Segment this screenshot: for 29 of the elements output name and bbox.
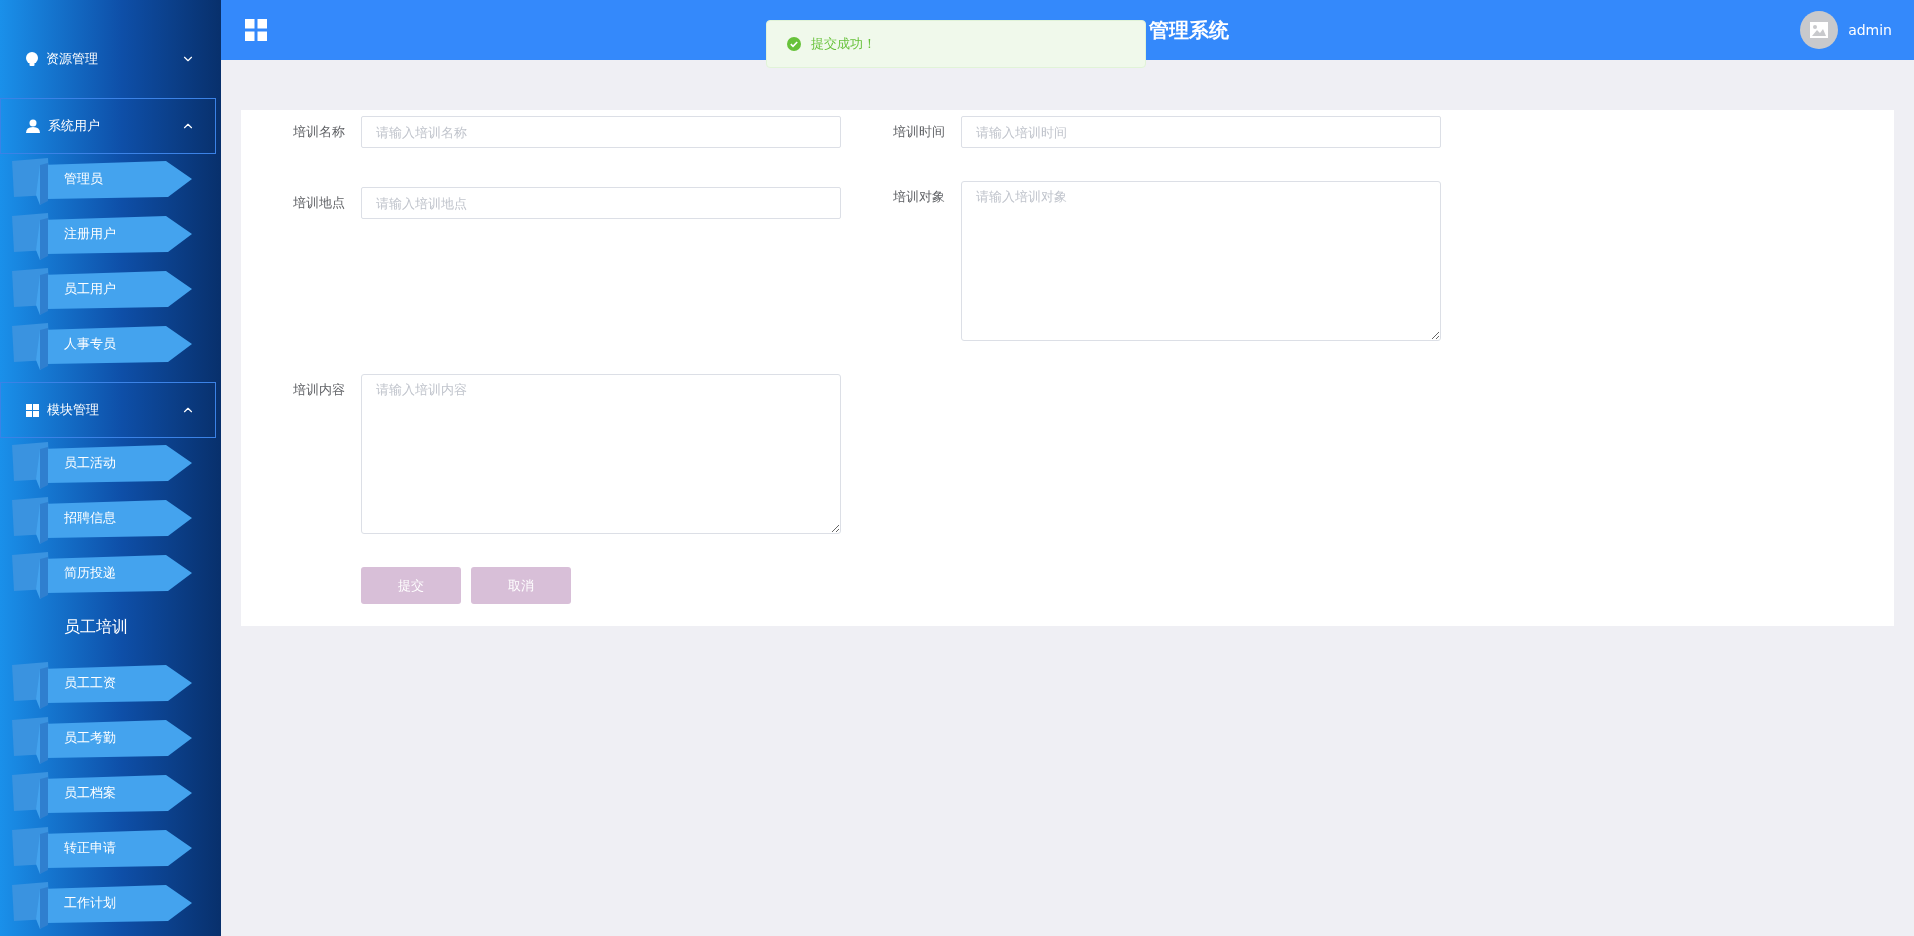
app-title: 管理系统 (1149, 16, 1229, 44)
text-area[interactable]: 请输入培训对象 (961, 181, 1441, 341)
check-circle-icon (787, 37, 801, 51)
group-label: 系统用户 (48, 117, 101, 135)
cancel-button[interactable]: 取消 (471, 567, 571, 604)
field-label: 培训名称 (293, 123, 346, 141)
text-area[interactable]: 请输入培训内容 (361, 374, 841, 534)
user-icon (26, 119, 40, 133)
sidebar-group[interactable]: 系统用户 (0, 98, 216, 154)
grid-icon (26, 403, 39, 417)
submit-button[interactable]: 提交 (361, 567, 461, 604)
sidebar-item[interactable]: 员工培训 (0, 600, 221, 655)
group-label: 模块管理 (47, 401, 100, 419)
field-label: 培训对象 (893, 188, 946, 206)
field-label: 培训内容 (293, 381, 346, 399)
input-field[interactable]: 请输入培训地点 (361, 187, 841, 219)
menu-icon[interactable] (245, 19, 267, 41)
field-label: 培训时间 (893, 123, 946, 141)
toast-message: 提交成功！ (811, 35, 876, 53)
input-field[interactable]: 请输入培训名称 (361, 116, 841, 148)
group-label: 资源管理 (46, 50, 99, 68)
input-field[interactable]: 请输入培训时间 (961, 116, 1441, 148)
field-label: 培训地点 (293, 194, 346, 212)
sidebar-group[interactable]: 模块管理 (0, 382, 216, 438)
lightbulb-icon (26, 51, 38, 67)
user-name[interactable]: admin (1848, 22, 1892, 38)
sidebar-group[interactable]: 资源管理 (0, 31, 216, 87)
image-icon (1810, 22, 1829, 38)
avatar[interactable] (1800, 11, 1839, 49)
